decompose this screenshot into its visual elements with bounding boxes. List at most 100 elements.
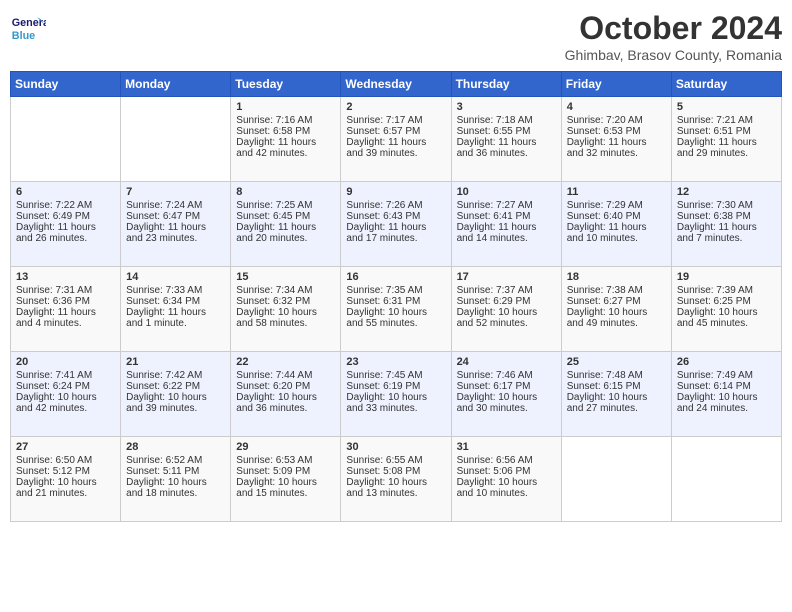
sunrise-text: Sunrise: 7:33 AM bbox=[126, 285, 225, 296]
day-number: 27 bbox=[16, 441, 115, 453]
sunset-text: Sunset: 6:25 PM bbox=[677, 296, 776, 307]
title-block: October 2024 Ghimbav, Brasov County, Rom… bbox=[565, 10, 782, 63]
sunset-text: Sunset: 6:31 PM bbox=[346, 296, 445, 307]
sunrise-text: Sunrise: 7:26 AM bbox=[346, 200, 445, 211]
sunrise-text: Sunrise: 7:37 AM bbox=[457, 285, 556, 296]
sunrise-text: Sunrise: 7:16 AM bbox=[236, 115, 335, 126]
day-number: 17 bbox=[457, 271, 556, 283]
sunset-text: Sunset: 6:40 PM bbox=[567, 211, 666, 222]
sunrise-text: Sunrise: 6:53 AM bbox=[236, 455, 335, 466]
daylight-text: Daylight: 10 hours and 49 minutes. bbox=[567, 307, 666, 329]
daylight-text: Daylight: 11 hours and 26 minutes. bbox=[16, 222, 115, 244]
calendar-cell: 23Sunrise: 7:45 AMSunset: 6:19 PMDayligh… bbox=[341, 352, 451, 437]
sunset-text: Sunset: 6:24 PM bbox=[16, 381, 115, 392]
daylight-text: Daylight: 10 hours and 13 minutes. bbox=[346, 477, 445, 499]
sunrise-text: Sunrise: 7:31 AM bbox=[16, 285, 115, 296]
sunrise-text: Sunrise: 7:34 AM bbox=[236, 285, 335, 296]
sunrise-text: Sunrise: 7:21 AM bbox=[677, 115, 776, 126]
day-header-wednesday: Wednesday bbox=[341, 72, 451, 97]
calendar-cell bbox=[561, 437, 671, 522]
day-number: 19 bbox=[677, 271, 776, 283]
day-number: 14 bbox=[126, 271, 225, 283]
sunrise-text: Sunrise: 7:29 AM bbox=[567, 200, 666, 211]
sunset-text: Sunset: 5:11 PM bbox=[126, 466, 225, 477]
sunset-text: Sunset: 6:53 PM bbox=[567, 126, 666, 137]
sunrise-text: Sunrise: 7:41 AM bbox=[16, 370, 115, 381]
sunrise-text: Sunrise: 7:17 AM bbox=[346, 115, 445, 126]
calendar-cell: 29 Sunrise: 6:53 AMSunset: 5:09 PMDayligh… bbox=[231, 437, 341, 522]
daylight-text: Daylight: 10 hours and 30 minutes. bbox=[457, 392, 556, 414]
calendar-cell: 22Sunrise: 7:44 AMSunset: 6:20 PMDayligh… bbox=[231, 352, 341, 437]
location-title: Ghimbav, Brasov County, Romania bbox=[565, 47, 782, 63]
sunset-text: Sunset: 6:22 PM bbox=[126, 381, 225, 392]
day-header-monday: Monday bbox=[121, 72, 231, 97]
sunrise-text: Sunrise: 7:30 AM bbox=[677, 200, 776, 211]
sunset-text: Sunset: 5:12 PM bbox=[16, 466, 115, 477]
calendar-cell: 26Sunrise: 7:49 AMSunset: 6:14 PMDayligh… bbox=[671, 352, 781, 437]
daylight-text: Daylight: 10 hours and 21 minutes. bbox=[16, 477, 115, 499]
sunrise-text: Sunrise: 7:39 AM bbox=[677, 285, 776, 296]
svg-text:General: General bbox=[12, 17, 46, 29]
sunset-text: Sunset: 6:19 PM bbox=[346, 381, 445, 392]
sunrise-text: Sunrise: 7:48 AM bbox=[567, 370, 666, 381]
calendar-cell: 6Sunrise: 7:22 AMSunset: 6:49 PMDaylight… bbox=[11, 182, 121, 267]
sunrise-text: Sunrise: 7:49 AM bbox=[677, 370, 776, 381]
calendar-cell bbox=[121, 97, 231, 182]
day-number: 8 bbox=[236, 186, 335, 198]
sunset-text: Sunset: 6:45 PM bbox=[236, 211, 335, 222]
sunset-text: Sunset: 6:51 PM bbox=[677, 126, 776, 137]
sunset-text: Sunset: 6:14 PM bbox=[677, 381, 776, 392]
daylight-text: Daylight: 11 hours and 1 minute. bbox=[126, 307, 225, 329]
sunset-text: Sunset: 5:09 PM bbox=[236, 466, 335, 477]
day-number: 12 bbox=[677, 186, 776, 198]
sunrise-text: Sunrise: 7:24 AM bbox=[126, 200, 225, 211]
day-number: 31 bbox=[457, 441, 556, 453]
sunset-text: Sunset: 6:20 PM bbox=[236, 381, 335, 392]
day-header-sunday: Sunday bbox=[11, 72, 121, 97]
day-header-friday: Friday bbox=[561, 72, 671, 97]
daylight-text: Daylight: 10 hours and 58 minutes. bbox=[236, 307, 335, 329]
daylight-text: Daylight: 10 hours and 15 minutes. bbox=[236, 477, 335, 499]
sunrise-text: Sunrise: 6:56 AM bbox=[457, 455, 556, 466]
day-number: 23 bbox=[346, 356, 445, 368]
sunrise-text: Sunrise: 7:42 AM bbox=[126, 370, 225, 381]
daylight-text: Daylight: 11 hours and 7 minutes. bbox=[677, 222, 776, 244]
calendar-cell bbox=[11, 97, 121, 182]
calendar-cell: 14Sunrise: 7:33 AMSunset: 6:34 PMDayligh… bbox=[121, 267, 231, 352]
calendar-table: SundayMondayTuesdayWednesdayThursdayFrid… bbox=[10, 71, 782, 522]
day-header-tuesday: Tuesday bbox=[231, 72, 341, 97]
day-number: 28 bbox=[126, 441, 225, 453]
daylight-text: Daylight: 11 hours and 20 minutes. bbox=[236, 222, 335, 244]
page-header: General Blue October 2024 Ghimbav, Braso… bbox=[10, 10, 782, 63]
daylight-text: Daylight: 10 hours and 52 minutes. bbox=[457, 307, 556, 329]
daylight-text: Daylight: 10 hours and 10 minutes. bbox=[457, 477, 556, 499]
sunrise-text: Sunrise: 7:45 AM bbox=[346, 370, 445, 381]
daylight-text: Daylight: 11 hours and 17 minutes. bbox=[346, 222, 445, 244]
calendar-cell: 4Sunrise: 7:20 AMSunset: 6:53 PMDaylight… bbox=[561, 97, 671, 182]
sunrise-text: Sunrise: 7:22 AM bbox=[16, 200, 115, 211]
calendar-cell: 24Sunrise: 7:46 AMSunset: 6:17 PMDayligh… bbox=[451, 352, 561, 437]
daylight-text: Daylight: 10 hours and 55 minutes. bbox=[346, 307, 445, 329]
sunset-text: Sunset: 5:06 PM bbox=[457, 466, 556, 477]
day-number: 15 bbox=[236, 271, 335, 283]
sunrise-text: Sunrise: 7:25 AM bbox=[236, 200, 335, 211]
sunrise-text: Sunrise: 7:27 AM bbox=[457, 200, 556, 211]
sunset-text: Sunset: 6:57 PM bbox=[346, 126, 445, 137]
calendar-cell: 9 Sunrise: 7:26 AMSunset: 6:43 PMDaylight… bbox=[341, 182, 451, 267]
sunset-text: Sunset: 6:43 PM bbox=[346, 211, 445, 222]
sunset-text: Sunset: 6:17 PM bbox=[457, 381, 556, 392]
day-number: 29 bbox=[236, 441, 335, 453]
calendar-cell: 17Sunrise: 7:37 AMSunset: 6:29 PMDayligh… bbox=[451, 267, 561, 352]
day-number: 9 bbox=[346, 186, 445, 198]
daylight-text: Daylight: 10 hours and 36 minutes. bbox=[236, 392, 335, 414]
calendar-cell: 1Sunrise: 7:16 AMSunset: 6:58 PMDaylight… bbox=[231, 97, 341, 182]
day-number: 22 bbox=[236, 356, 335, 368]
calendar-cell: 11Sunrise: 7:29 AMSunset: 6:40 PMDayligh… bbox=[561, 182, 671, 267]
daylight-text: Daylight: 10 hours and 27 minutes. bbox=[567, 392, 666, 414]
calendar-cell: 12Sunrise: 7:30 AMSunset: 6:38 PMDayligh… bbox=[671, 182, 781, 267]
daylight-text: Daylight: 11 hours and 42 minutes. bbox=[236, 137, 335, 159]
calendar-cell bbox=[671, 437, 781, 522]
sunset-text: Sunset: 6:55 PM bbox=[457, 126, 556, 137]
calendar-cell: 15Sunrise: 7:34 AMSunset: 6:32 PMDayligh… bbox=[231, 267, 341, 352]
month-title: October 2024 bbox=[565, 10, 782, 47]
